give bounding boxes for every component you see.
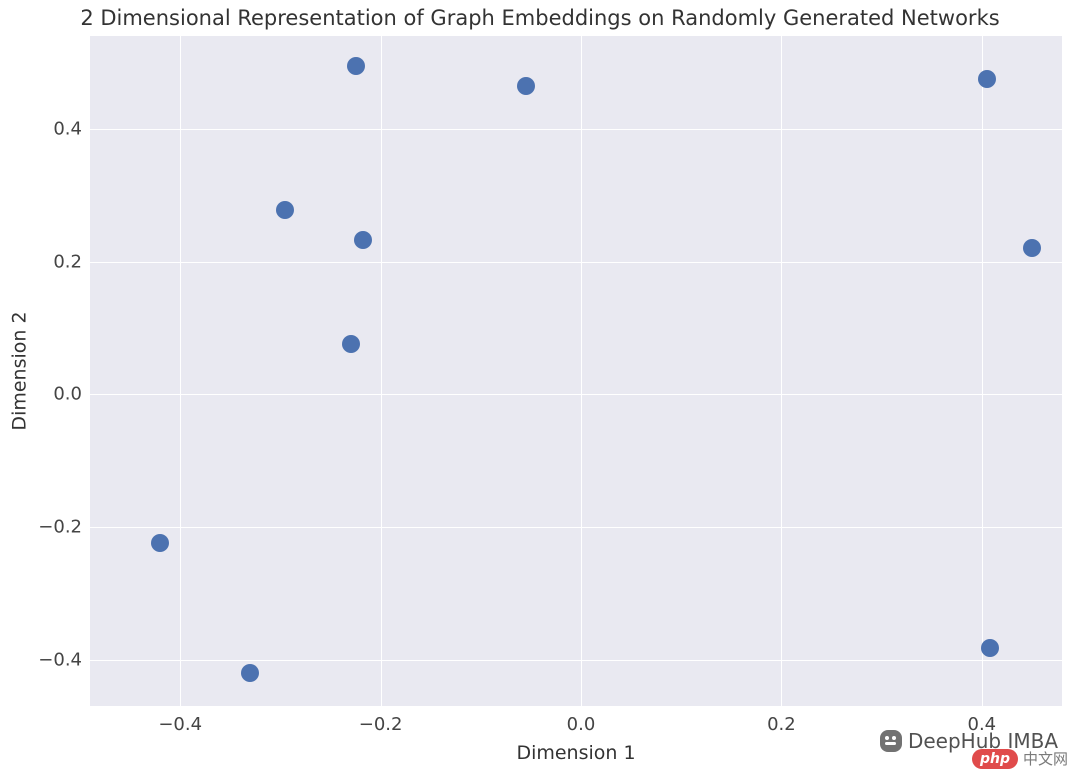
x-tick-label: −0.2: [359, 714, 403, 735]
chart-title: 2 Dimensional Representation of Graph Em…: [0, 6, 1080, 30]
x-tick-label: 0.0: [567, 714, 596, 735]
scatter-point: [241, 664, 259, 682]
gridline-horizontal: [90, 394, 1062, 395]
gridline-horizontal: [90, 527, 1062, 528]
watermark-suffix: 中文网: [1023, 748, 1068, 769]
gridline-horizontal: [90, 262, 1062, 263]
gridline-vertical: [381, 36, 382, 706]
scatter-point: [276, 201, 294, 219]
chat-icon: [880, 730, 902, 752]
plot-area: [90, 36, 1062, 706]
scatter-point: [981, 639, 999, 657]
gridline-vertical: [180, 36, 181, 706]
y-tick-label: 0.4: [53, 118, 82, 139]
y-axis-label-text: Dimension 2: [9, 311, 31, 430]
scatter-point: [347, 57, 365, 75]
gridline-vertical: [581, 36, 582, 706]
scatter-point: [151, 534, 169, 552]
gridline-vertical: [781, 36, 782, 706]
x-tick-label: 0.2: [767, 714, 796, 735]
x-tick-label: 0.4: [968, 714, 997, 735]
gridline-vertical: [982, 36, 983, 706]
gridline-horizontal: [90, 129, 1062, 130]
y-tick-label: −0.4: [38, 649, 82, 670]
x-tick-label: −0.4: [158, 714, 202, 735]
scatter-point: [342, 335, 360, 353]
y-tick-label: −0.2: [38, 516, 82, 537]
scatter-point: [354, 231, 372, 249]
y-axis-label: Dimension 2: [10, 36, 30, 706]
y-tick-label: 0.0: [53, 384, 82, 405]
chart-container: 2 Dimensional Representation of Graph Em…: [0, 0, 1080, 775]
gridline-horizontal: [90, 660, 1062, 661]
scatter-point: [517, 77, 535, 95]
scatter-point: [978, 70, 996, 88]
php-badge: php: [972, 749, 1018, 769]
y-tick-label: 0.2: [53, 251, 82, 272]
scatter-point: [1023, 239, 1041, 257]
